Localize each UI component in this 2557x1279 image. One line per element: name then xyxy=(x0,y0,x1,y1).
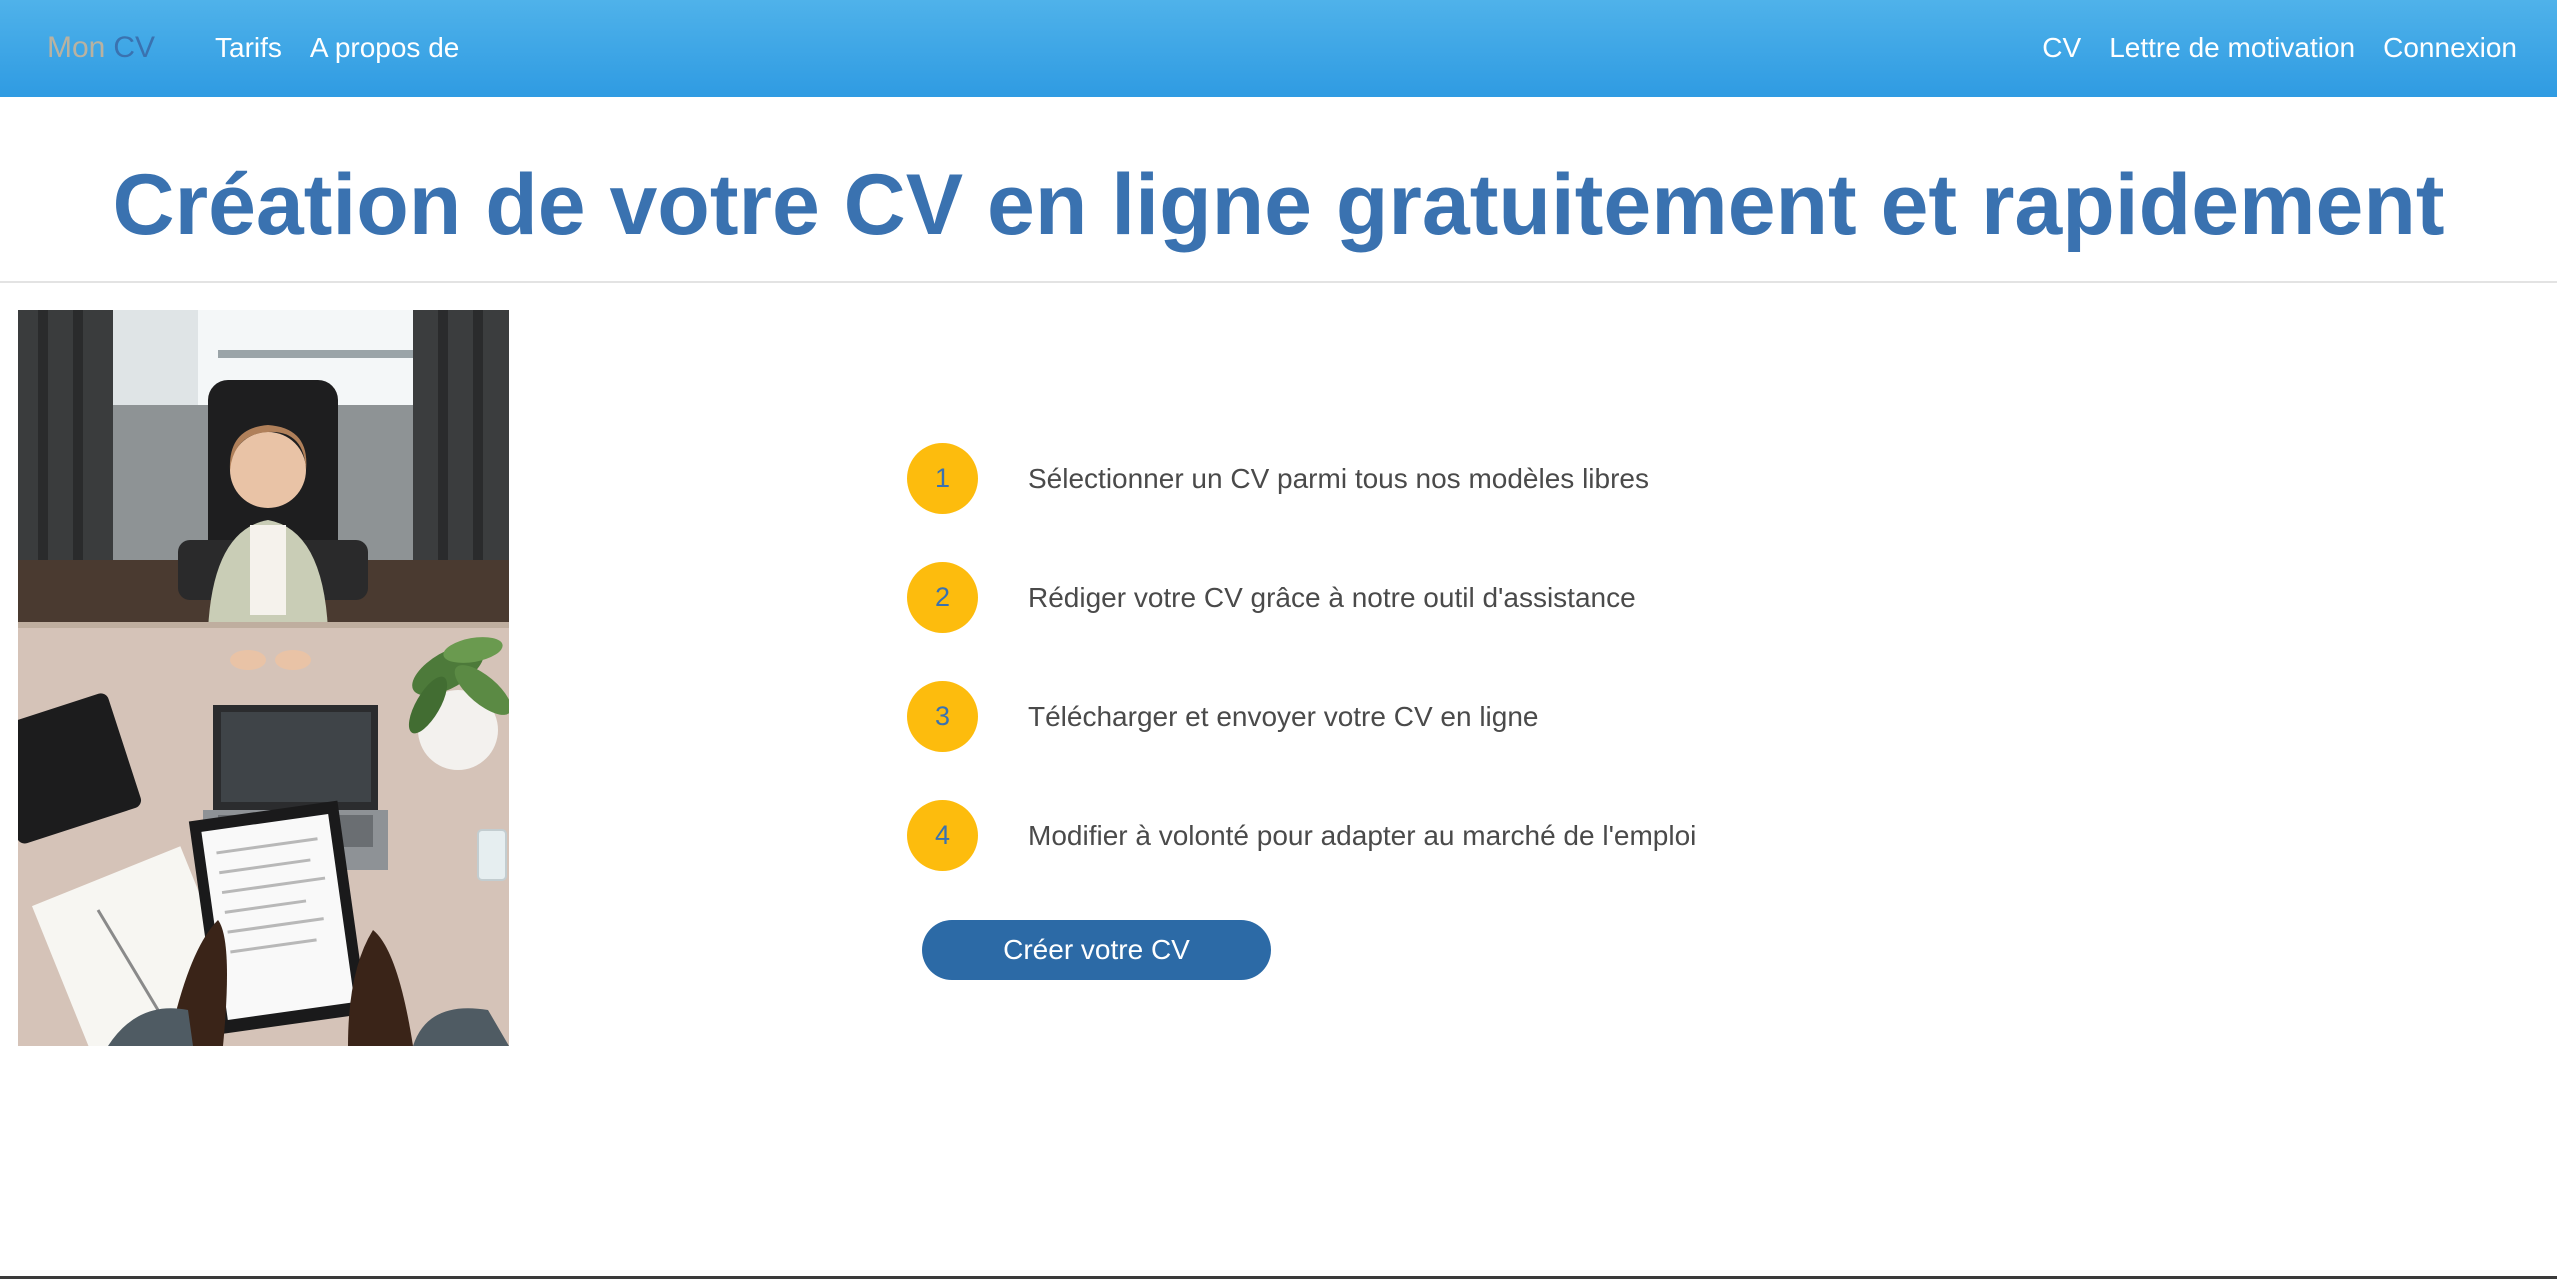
office-interview-photo xyxy=(18,310,509,1046)
nav-link-cv[interactable]: CV xyxy=(2042,28,2081,68)
nav-link-connexion[interactable]: Connexion xyxy=(2383,28,2517,68)
nav-right: CV Lettre de motivation Connexion xyxy=(2042,28,2517,68)
nav-link-a-propos[interactable]: A propos de xyxy=(310,28,459,68)
page-title: Création de votre CV en ligne gratuiteme… xyxy=(112,157,2445,253)
brand-text-mon: Mon xyxy=(47,31,106,64)
step-item-1: 1 Sélectionner un CV parmi tous nos modè… xyxy=(907,443,1807,515)
step-item-3: 3 Télécharger et envoyer votre CV en lig… xyxy=(907,681,1807,753)
create-cv-button[interactable]: Créer votre CV xyxy=(922,920,1271,980)
step-number-badge: 3 xyxy=(907,681,978,752)
step-item-2: 2 Rédiger votre CV grâce à notre outil d… xyxy=(907,562,1807,634)
brand-text-cv: CV xyxy=(113,31,156,64)
top-navbar: Mon CV Tarifs A propos de CV Lettre de mo… xyxy=(0,0,2557,97)
nav-link-tarifs[interactable]: Tarifs xyxy=(215,28,282,68)
step-item-4: 4 Modifier à volonté pour adapter au mar… xyxy=(907,800,1807,872)
nav-left: Tarifs A propos de xyxy=(215,28,459,68)
nav-link-lettre-de-motivation[interactable]: Lettre de motivation xyxy=(2109,28,2355,68)
step-number-badge: 2 xyxy=(907,562,978,633)
step-text: Sélectionner un CV parmi tous nos modèle… xyxy=(1028,463,1649,494)
step-number-badge: 1 xyxy=(907,443,978,514)
step-text: Télécharger et envoyer votre CV en ligne xyxy=(1028,701,1539,732)
step-text: Modifier à volonté pour adapter au march… xyxy=(1028,820,1697,851)
step-number-badge: 4 xyxy=(907,800,978,871)
step-text: Rédiger votre CV grâce à notre outil d'a… xyxy=(1028,582,1636,613)
brand-logo-link[interactable]: Mon CV xyxy=(47,28,155,68)
section-divider xyxy=(0,281,2557,283)
